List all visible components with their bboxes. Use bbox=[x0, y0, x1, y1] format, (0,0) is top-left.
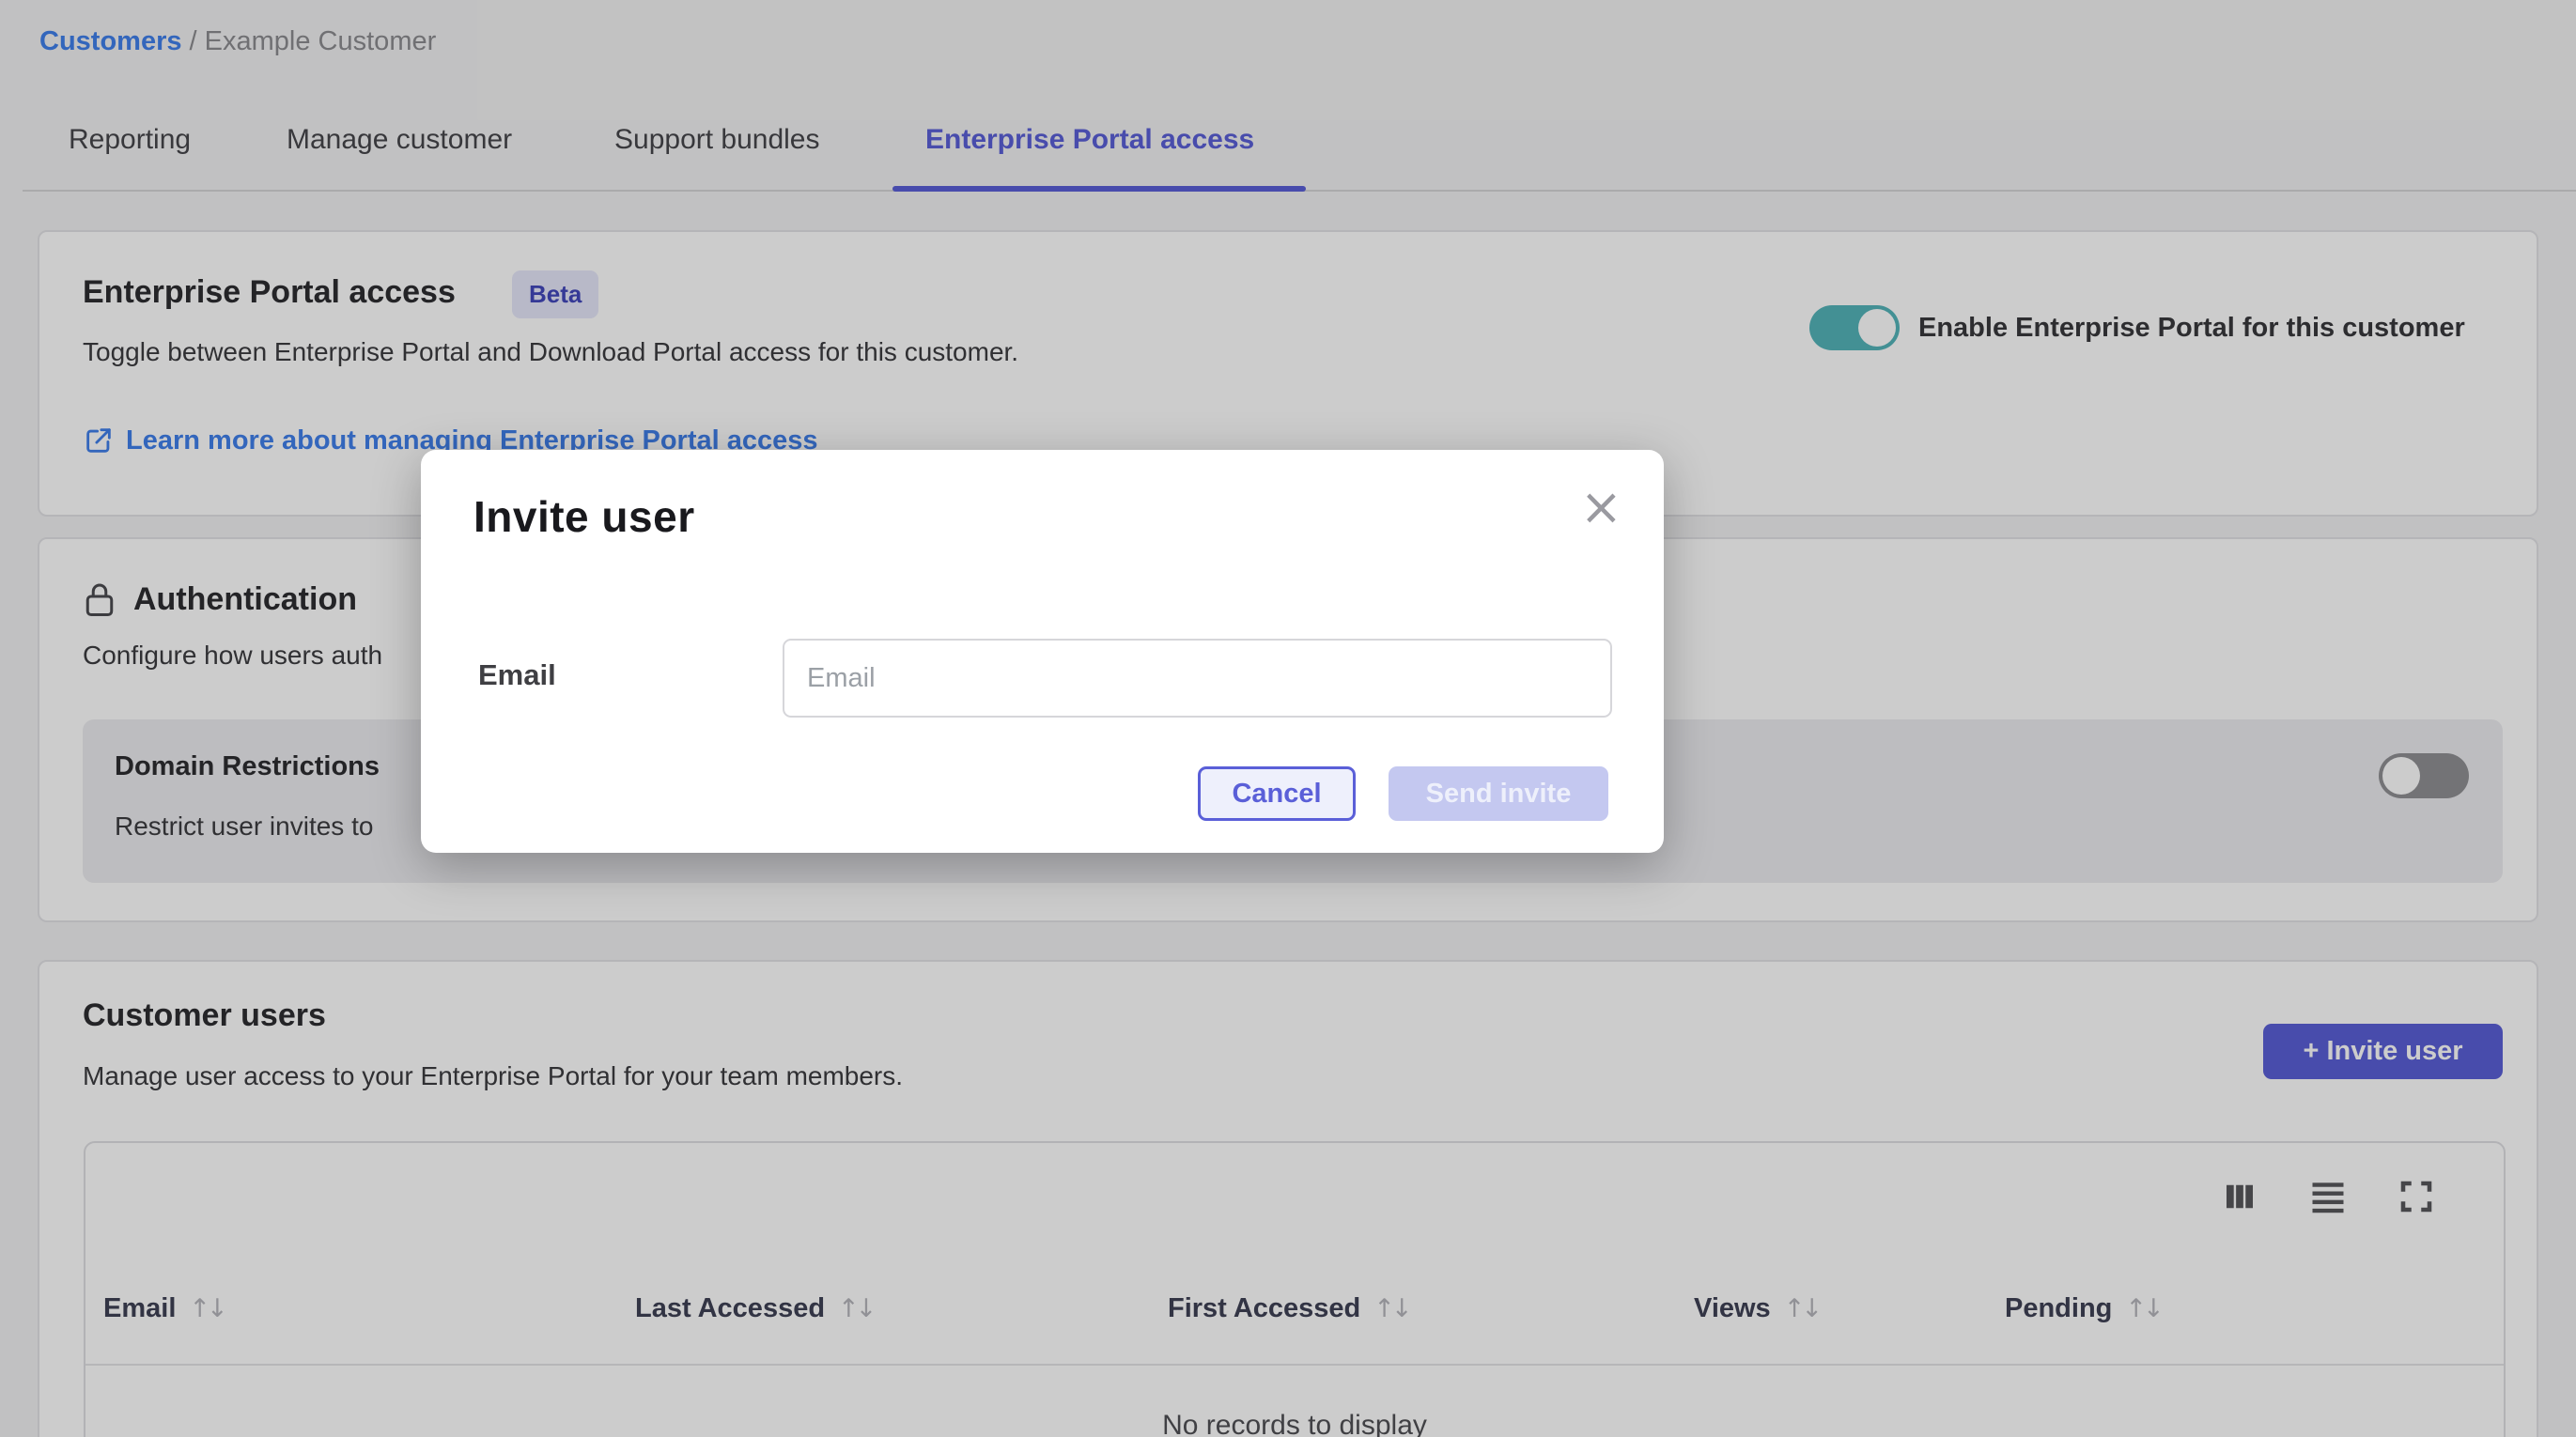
email-field[interactable] bbox=[783, 639, 1612, 718]
send-invite-button[interactable]: Send invite bbox=[1389, 766, 1608, 821]
modal-title: Invite user bbox=[473, 491, 695, 542]
email-label: Email bbox=[478, 658, 556, 692]
close-icon[interactable]: × bbox=[1580, 482, 1622, 533]
invite-user-modal: Invite user × Email Cancel Send invite bbox=[421, 450, 1664, 853]
enterprise-portal-page: Customers / Example Customer Reporting M… bbox=[0, 0, 2576, 1437]
cancel-button[interactable]: Cancel bbox=[1198, 766, 1356, 821]
